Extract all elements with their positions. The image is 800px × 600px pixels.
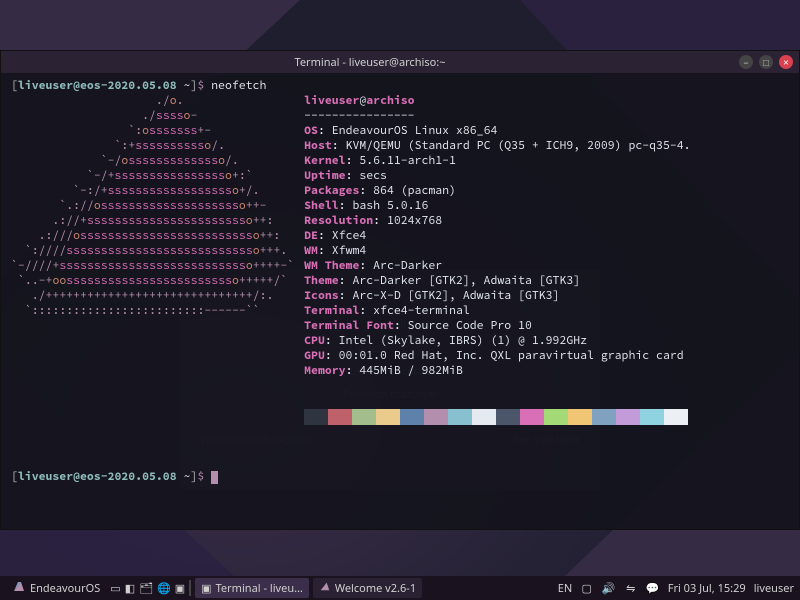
nf-key: GPU: [304, 349, 325, 363]
nf-value: : KVM/QEMU (Standard PC (Q35 + ICH9, 200…: [332, 139, 691, 153]
terminal-body[interactable]: [liveuser@eos-2020.05.08 ~]$ neofetch ./…: [1, 73, 799, 529]
nf-value: : xfce4-terminal: [359, 304, 469, 318]
app-launcher-icon[interactable]: ◧: [125, 581, 135, 596]
nf-key: Kernel: [304, 154, 345, 168]
nf-value: : 864 (pacman): [359, 184, 456, 198]
nf-key: Theme: [304, 274, 339, 288]
endeavouros-logo-icon: [319, 580, 331, 596]
window-close-button[interactable]: ×: [779, 55, 793, 69]
endeavouros-logo-icon: [12, 579, 26, 597]
nf-value: : Intel (Skylake, IBRS) (1) @ 1.992GHz: [325, 334, 587, 348]
terminal-window: Terminal - liveuser@archiso:~ – □ × [liv…: [0, 50, 800, 530]
system-tray: EN ▢ 🔊 ⇋ 💬 Fri 03 Jul, 15:29 liveuser: [558, 581, 794, 596]
color-swatch: [352, 409, 376, 425]
nf-key: WM Theme: [304, 259, 359, 273]
nf-value: : 00:01.0 Red Hat, Inc. QXL paravirtual …: [325, 349, 684, 363]
color-swatch: [664, 409, 688, 425]
nf-value: : 445MiB / 982MiB: [346, 364, 463, 378]
user-label[interactable]: liveuser: [754, 581, 794, 596]
nf-value: : Xfwm4: [318, 244, 366, 258]
web-browser-icon[interactable]: 🌐: [157, 581, 171, 596]
panel-separator: [189, 580, 191, 596]
prompt-userhost: liveuser@eos-2020.05.08: [18, 79, 177, 93]
color-swatch: [472, 409, 496, 425]
terminal-icon: ▣: [201, 581, 211, 596]
nf-key: Terminal Font: [304, 319, 394, 333]
color-swatch: [640, 409, 664, 425]
nf-user: liveuser: [304, 94, 359, 108]
taskbar-item-label: Terminal - liveu…: [216, 581, 303, 596]
nf-key: CPU: [304, 334, 325, 348]
nf-key: Resolution: [304, 214, 373, 228]
nf-key: Shell: [304, 199, 339, 213]
color-swatch: [400, 409, 424, 425]
nf-value: : bash 5.0.16: [339, 199, 429, 213]
color-swatch: [376, 409, 400, 425]
nf-value: : Arc-Darker [GTK2], Adwaita [GTK3]: [339, 274, 581, 288]
nf-value: : secs: [346, 169, 387, 183]
color-swatch: [568, 409, 592, 425]
window-maximize-button[interactable]: □: [759, 55, 773, 69]
file-manager-icon[interactable]: 🗂: [139, 581, 153, 596]
nf-value: : EndeavourOS Linux x86_64: [318, 124, 497, 138]
nf-value: : Arc-X-D [GTK2], Adwaita [GTK3]: [339, 289, 560, 303]
nf-value: : 5.6.11-arch1-1: [346, 154, 456, 168]
color-swatch: [328, 409, 352, 425]
nf-key: Host: [304, 139, 332, 153]
taskbar-item-label: Welcome v2.6-1: [335, 581, 416, 596]
nf-key: Uptime: [304, 169, 345, 183]
nf-key: WM: [304, 244, 318, 258]
nf-sep: ----------------: [304, 109, 414, 123]
nf-key: Icons: [304, 289, 339, 303]
nf-value: : Source Code Pro 10: [394, 319, 532, 333]
neofetch-info: liveuser@archiso ---------------- OS: En…: [304, 94, 690, 440]
window-minimize-button[interactable]: –: [739, 55, 753, 69]
window-title: Terminal - liveuser@archiso:~: [7, 55, 733, 70]
taskbar-item-welcome[interactable]: Welcome v2.6-1: [313, 578, 422, 598]
color-swatch: [616, 409, 640, 425]
nf-host: archiso: [366, 94, 414, 108]
color-swatch: [448, 409, 472, 425]
network-icon[interactable]: ⇋: [624, 581, 638, 596]
color-swatch: [496, 409, 520, 425]
start-menu-button[interactable]: EndeavourOS: [6, 578, 106, 598]
taskbar-item-terminal[interactable]: ▣ Terminal - liveu…: [195, 578, 309, 598]
color-swatch: [304, 409, 328, 425]
terminal-cursor: [211, 471, 218, 484]
prompt-command: neofetch: [211, 79, 266, 93]
volume-icon[interactable]: 🔊: [602, 581, 616, 596]
nf-value: : Arc-Darker: [359, 259, 442, 273]
taskbar: EndeavourOS ▭ ◧ 🗂 🌐 ▣ ▣ Terminal - liveu…: [0, 576, 800, 600]
window-titlebar[interactable]: Terminal - liveuser@archiso:~ – □ ×: [1, 51, 799, 73]
clock[interactable]: Fri 03 Jul, 15:29: [668, 581, 746, 596]
prompt-symbol: $: [197, 470, 204, 484]
nf-key: OS: [304, 124, 318, 138]
neofetch-color-swatches: [304, 409, 690, 425]
prompt-userhost: liveuser@eos-2020.05.08: [18, 470, 177, 484]
nf-value: : Xfce4: [318, 229, 366, 243]
color-swatch: [544, 409, 568, 425]
nf-value: : 1024x768: [373, 214, 442, 228]
nf-key: Packages: [304, 184, 359, 198]
terminal-launcher-icon[interactable]: ▣: [175, 581, 185, 596]
neofetch-ascii-art: ./o. ./sssso- `:osssssss+- `:+ssssssssss…: [11, 94, 294, 440]
nf-key: Memory: [304, 364, 345, 378]
distro-label: EndeavourOS: [30, 581, 100, 596]
color-swatch: [520, 409, 544, 425]
notifications-icon[interactable]: 💬: [646, 581, 660, 596]
nf-key: Terminal: [304, 304, 359, 318]
show-desktop-icon[interactable]: ▭: [110, 581, 120, 596]
keyboard-layout-indicator[interactable]: EN: [558, 581, 572, 596]
display-icon[interactable]: ▢: [580, 581, 594, 596]
color-swatch: [592, 409, 616, 425]
nf-key: DE: [304, 229, 318, 243]
prompt-symbol: $: [197, 79, 204, 93]
color-swatch: [424, 409, 448, 425]
